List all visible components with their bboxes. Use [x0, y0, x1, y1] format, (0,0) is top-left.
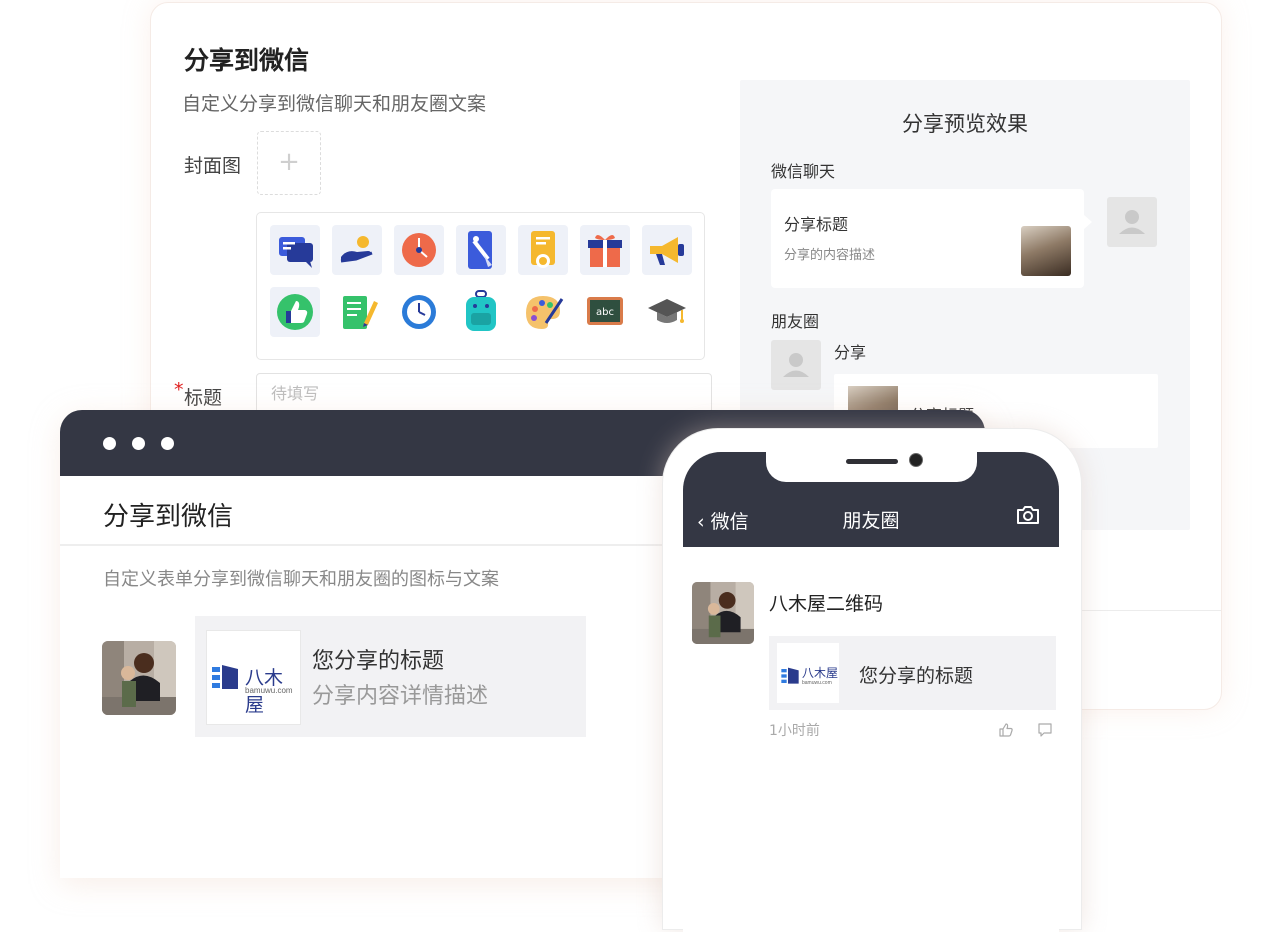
window-dot-2 [132, 437, 145, 450]
svg-text:abc: abc [596, 307, 614, 318]
desktop-card-title: 您分享的标题 [312, 649, 445, 674]
phone-front-camera [909, 453, 923, 467]
bubble-desc: 分享的内容描述 [784, 248, 876, 263]
cover-upload-button[interactable]: + [257, 131, 321, 195]
desktop-share-card[interactable]: 八木屋 bamuwu.com 您分享的标题 分享内容详情描述 [195, 616, 586, 737]
phone-nav-bar: ‹ 微信 朋友圈 [683, 452, 1059, 547]
desktop-subtitle: 自定义表单分享到微信聊天和朋友圈的图标与文案 [103, 569, 499, 590]
moments-share-text: 分享 [834, 343, 867, 362]
tool-card-icon[interactable] [456, 225, 506, 275]
moments-post-time: 1小时前 [769, 723, 820, 739]
settings-title: 分享到微信 [184, 46, 310, 75]
window-dot-3 [161, 437, 174, 450]
bamuwu-logo-icon [212, 665, 238, 689]
backpack-icon[interactable] [456, 287, 506, 337]
window-dot-1 [103, 437, 116, 450]
title-label: 标题 [184, 387, 223, 409]
cover-icon-grid: abc [256, 212, 705, 360]
moments-card-title: 您分享的标题 [859, 665, 974, 687]
megaphone-icon[interactable] [642, 225, 692, 275]
moments-share-card[interactable]: 八木屋 bamuwu.com 您分享的标题 [769, 636, 1056, 710]
graduation-cap-icon[interactable] [642, 287, 692, 337]
bamuwu-logo: 八木屋 bamuwu.com [206, 630, 301, 725]
preview-title: 分享预览效果 [902, 112, 1028, 136]
required-mark: * [174, 379, 184, 401]
bamuwu-logo-cn: 八木屋 [802, 666, 839, 680]
settings-subtitle: 自定义分享到微信聊天和朋友圈文案 [182, 93, 487, 115]
clock-orange-icon[interactable] [394, 225, 444, 275]
certificate-icon[interactable] [518, 225, 568, 275]
user-avatar-placeholder-icon [1107, 197, 1157, 247]
chat-bubbles-icon[interactable] [270, 225, 320, 275]
nav-title: 朋友圈 [842, 510, 900, 532]
bamuwu-logo: 八木屋 bamuwu.com [777, 643, 839, 703]
chalkboard-abc-icon[interactable]: abc [580, 287, 630, 337]
phone-speaker [846, 459, 898, 464]
thumbs-up-icon[interactable] [270, 287, 320, 337]
moments-avatar-placeholder-icon [771, 340, 821, 390]
moments-poster-avatar[interactable] [692, 582, 754, 644]
bamuwu-logo-en: bamuwu.com [245, 686, 293, 695]
title-input[interactable]: 待填写 [256, 373, 712, 415]
preview-chat-label: 微信聊天 [771, 162, 836, 181]
phone-mockup: ‹ 微信 朋友圈 八木屋二维码 八木屋 bamuwu.com 您分享的标题 1小… [662, 428, 1082, 932]
bubble-title: 分享标题 [784, 215, 849, 234]
phone-notch [766, 452, 977, 482]
like-icon[interactable] [998, 722, 1014, 738]
notepad-pencil-icon[interactable] [332, 287, 382, 337]
phone-screen: ‹ 微信 朋友圈 八木屋二维码 八木屋 bamuwu.com 您分享的标题 1小… [683, 452, 1059, 932]
paint-palette-icon[interactable] [518, 287, 568, 337]
desktop-card-desc: 分享内容详情描述 [312, 684, 489, 709]
moments-poster-name[interactable]: 八木屋二维码 [769, 589, 883, 616]
preview-moments-label: 朋友圈 [771, 312, 820, 331]
gift-icon[interactable] [580, 225, 630, 275]
bamuwu-logo-en: bamuwu.com [802, 680, 832, 686]
camera-icon[interactable] [1016, 505, 1040, 525]
cover-label: 封面图 [184, 155, 242, 177]
bamuwu-logo-icon [781, 667, 799, 684]
alarm-clock-icon[interactable] [394, 287, 444, 337]
bubble-thumbnail [1021, 226, 1071, 276]
chat-avatar [102, 641, 176, 715]
desktop-title: 分享到微信 [103, 502, 234, 532]
preview-chat-bubble: 分享标题 分享的内容描述 [771, 189, 1092, 288]
comment-icon[interactable] [1037, 722, 1053, 738]
hand-coin-icon[interactable] [332, 225, 382, 275]
